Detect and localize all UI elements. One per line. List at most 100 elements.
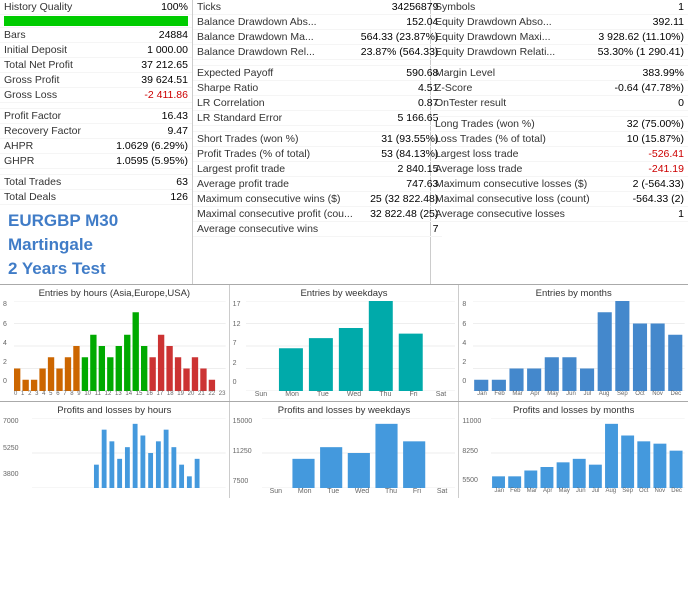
initial-deposit-value: 1 000.00 bbox=[99, 43, 192, 58]
z-score-value: -0.64 (47.78%) bbox=[594, 81, 688, 96]
max-consec-losses-label: Maximum consecutive losses ($) bbox=[431, 177, 594, 192]
hours-y-axis: 8 6 4 2 0 bbox=[3, 301, 13, 397]
hours-ymid2: 6 bbox=[3, 321, 13, 328]
loss-trades-value: 10 (15.87%) bbox=[594, 132, 688, 147]
bars-value: 24884 bbox=[99, 28, 192, 43]
largest-profit-row: Largest profit trade 2 840.15 bbox=[193, 162, 442, 177]
max-consec-losses-row: Maximum consecutive losses ($) 2 (-564.3… bbox=[431, 177, 688, 192]
margin-level-value: 383.99% bbox=[594, 66, 688, 81]
z-score-row: Z-Score -0.64 (47.78%) bbox=[431, 81, 688, 96]
max-consec-wins-value: 25 (32 822.48) bbox=[357, 192, 443, 207]
profit-trades-value: 53 (84.13%) bbox=[357, 147, 443, 162]
largest-loss-value: -526.41 bbox=[594, 147, 688, 162]
lr-correlation-row: LR Correlation 0.87 bbox=[193, 96, 442, 111]
profit-months-title: Profits and losses by months bbox=[462, 405, 685, 416]
profit-weekdays-container: Profits and losses by weekdays 15000 112… bbox=[230, 402, 460, 498]
watermark-text: EURGBP M30 Martingale 2 Years Test bbox=[0, 205, 192, 284]
largest-profit-label: Largest profit trade bbox=[193, 162, 357, 177]
profit-hours-title: Profits and losses by hours bbox=[3, 405, 226, 416]
max-profit-row: Maximal consecutive profit (cou... 32 82… bbox=[193, 207, 442, 222]
balance-drawdown-rel-row: Balance Drawdown Rel... 23.87% (564.33) bbox=[193, 45, 442, 60]
profit-months-y-axis: 11000 8250 5500 bbox=[462, 418, 490, 494]
hours-svg bbox=[14, 301, 226, 391]
short-trades-row: Short Trades (won %) 31 (93.55%) bbox=[193, 132, 442, 147]
max-loss-label: Maximal consecutive loss (count) bbox=[431, 192, 594, 207]
max-loss-value: -564.33 (2) bbox=[594, 192, 688, 207]
watermark-line1: EURGBP M30 bbox=[8, 209, 184, 233]
expected-payoff-value: 590.68 bbox=[357, 66, 443, 81]
history-quality-label: History Quality bbox=[0, 0, 99, 15]
equity-drawdown-abs-label: Equity Drawdown Abso... bbox=[431, 15, 594, 30]
profit-months-bars: JanFebMarAprMayJunJulAugSepOctNovDec bbox=[491, 418, 685, 494]
balance-drawdown-abs-row: Balance Drawdown Abs... 152.04 bbox=[193, 15, 442, 30]
short-trades-label: Short Trades (won %) bbox=[193, 132, 357, 147]
profit-hours-container: Profits and losses by hours 7000 5250 38… bbox=[0, 402, 230, 498]
charts-row1: Entries by hours (Asia,Europe,USA) 8 6 4… bbox=[0, 285, 688, 402]
ghpr-label: GHPR bbox=[0, 154, 99, 169]
profit-weekdays-area: 15000 11250 7500 bbox=[233, 418, 456, 495]
wd-ymax: 17 bbox=[233, 301, 245, 308]
profit-hours-svg bbox=[32, 418, 226, 488]
months-bars-wrapper: JanFebMarAprMayJunJulAugSepOctNovDec bbox=[473, 301, 685, 397]
lr-std-error-value: 5 166.65 bbox=[357, 111, 443, 126]
profit-trades-row: Profit Trades (% of total) 53 (84.13%) bbox=[193, 147, 442, 162]
months-chart-container: Entries by months 8 6 4 2 0 bbox=[459, 285, 688, 401]
weekdays-x-labels: SunMonTueWedThuFriSat bbox=[246, 391, 456, 398]
avg-consec-wins-row: Average consecutive wins 7 bbox=[193, 222, 442, 237]
balance-drawdown-max-label: Balance Drawdown Ma... bbox=[193, 30, 357, 45]
profit-factor-label: Profit Factor bbox=[0, 109, 99, 124]
ghpr-row: GHPR 1.0595 (5.95%) bbox=[0, 154, 192, 169]
avg-profit-label: Average profit trade bbox=[193, 177, 357, 192]
largest-loss-label: Largest loss trade bbox=[431, 147, 594, 162]
avg-loss-label: Average loss trade bbox=[431, 162, 594, 177]
max-profit-label: Maximal consecutive profit (cou... bbox=[193, 207, 357, 222]
margin-level-label: Margin Level bbox=[431, 66, 594, 81]
total-deals-row: Total Deals 126 bbox=[0, 190, 192, 205]
profit-months-container: Profits and losses by months 11000 8250 … bbox=[459, 402, 688, 498]
lr-std-error-row: LR Standard Error 5 166.65 bbox=[193, 111, 442, 126]
months-svg bbox=[473, 301, 685, 391]
gross-profit-value: 39 624.51 bbox=[99, 73, 192, 88]
ahpr-value: 1.0629 (6.29%) bbox=[99, 139, 192, 154]
profit-factor-row: Profit Factor 16.43 bbox=[0, 109, 192, 124]
equity-drawdown-rel-row: Equity Drawdown Relati... 53.30% (1 290.… bbox=[431, 45, 688, 60]
loss-trades-row: Loss Trades (% of total) 10 (15.87%) bbox=[431, 132, 688, 147]
ontester-row: OnTester result 0 bbox=[431, 96, 688, 111]
avg-loss-row: Average loss trade -241.19 bbox=[431, 162, 688, 177]
hours-ymin: 0 bbox=[3, 378, 13, 385]
ahpr-row: AHPR 1.0629 (6.29%) bbox=[0, 139, 192, 154]
recovery-factor-value: 9.47 bbox=[99, 124, 192, 139]
expected-payoff-row: Expected Payoff 590.68 bbox=[193, 66, 442, 81]
gross-loss-label: Gross Loss bbox=[0, 88, 99, 103]
profit-months-area: 11000 8250 5500 bbox=[462, 418, 685, 494]
profit-months-x-labels: JanFebMarAprMayJunJulAugSepOctNovDec bbox=[491, 488, 685, 494]
gross-loss-row: Gross Loss -2 411.86 bbox=[0, 88, 192, 103]
lr-correlation-value: 0.87 bbox=[357, 96, 443, 111]
loss-trades-label: Loss Trades (% of total) bbox=[431, 132, 594, 147]
profit-hours-area: 7000 5250 3800 bbox=[3, 418, 226, 488]
watermark-line2: Martingale bbox=[8, 233, 184, 257]
max-loss-row: Maximal consecutive loss (count) -564.33… bbox=[431, 192, 688, 207]
history-quality-row: History Quality 100% bbox=[0, 0, 192, 15]
bars-label: Bars bbox=[0, 28, 99, 43]
weekdays-chart-title: Entries by weekdays bbox=[233, 288, 456, 299]
profit-weekdays-x-labels: SunMonTueWedThuFriSat bbox=[262, 488, 456, 495]
months-chart-area: 8 6 4 2 0 bbox=[462, 301, 685, 397]
hours-ymid1: 4 bbox=[3, 340, 13, 347]
weekdays-chart-container: Entries by weekdays 17 12 7 2 0 bbox=[230, 285, 460, 401]
gross-profit-label: Gross Profit bbox=[0, 73, 99, 88]
ahpr-label: AHPR bbox=[0, 139, 99, 154]
balance-drawdown-rel-label: Balance Drawdown Rel... bbox=[193, 45, 357, 60]
recovery-factor-row: Recovery Factor 9.47 bbox=[0, 124, 192, 139]
sharpe-ratio-label: Sharpe Ratio bbox=[193, 81, 357, 96]
main-container: History Quality 100% Bars 24884 Initial … bbox=[0, 0, 688, 498]
equity-drawdown-max-label: Equity Drawdown Maxi... bbox=[431, 30, 594, 45]
hours-ymid0: 2 bbox=[3, 359, 13, 366]
weekdays-y-axis: 17 12 7 2 0 bbox=[233, 301, 245, 398]
total-trades-label: Total Trades bbox=[0, 175, 99, 190]
hours-chart-title: Entries by hours (Asia,Europe,USA) bbox=[3, 288, 226, 299]
stats-col1: History Quality 100% Bars 24884 Initial … bbox=[0, 0, 193, 284]
profit-hours-bars bbox=[32, 418, 226, 488]
balance-drawdown-abs-label: Balance Drawdown Abs... bbox=[193, 15, 357, 30]
equity-drawdown-max-row: Equity Drawdown Maxi... 3 928.62 (11.10%… bbox=[431, 30, 688, 45]
